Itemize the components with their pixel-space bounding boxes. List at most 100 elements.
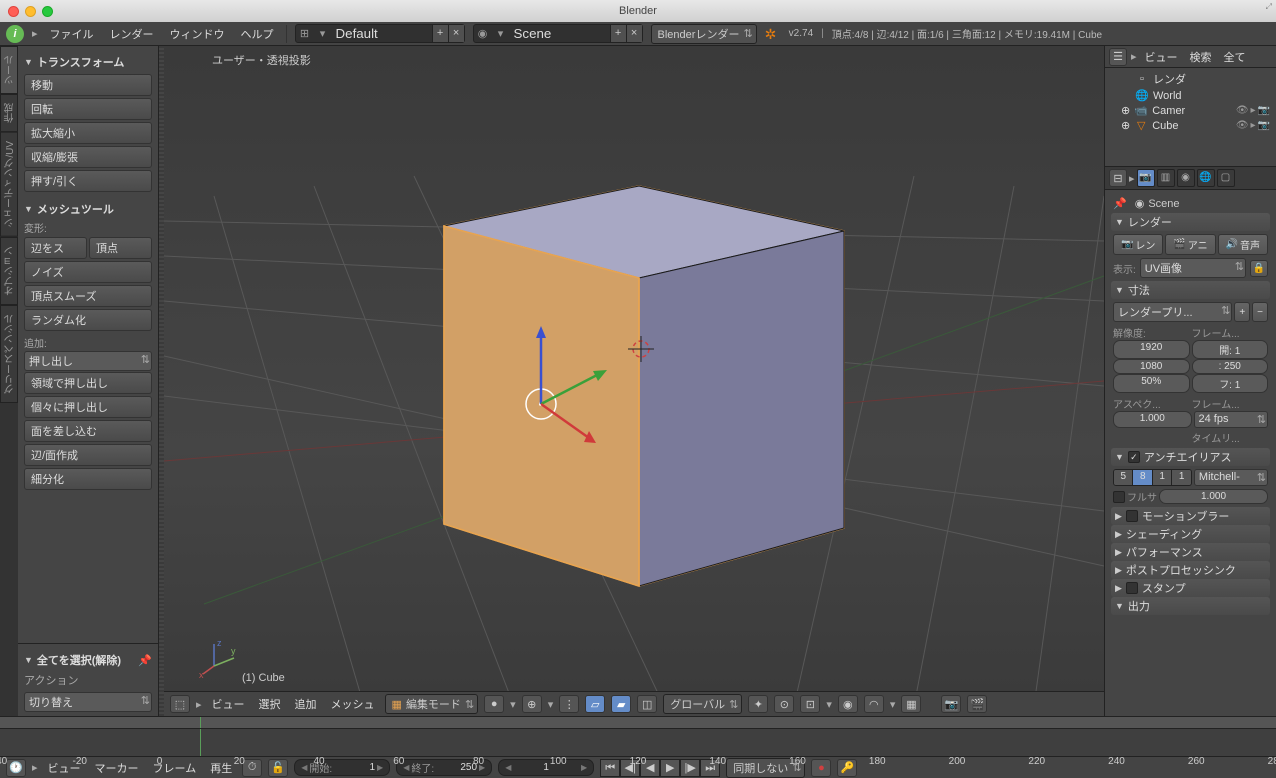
outliner-view-menu[interactable]: ビュー — [1141, 47, 1182, 67]
layout-selector[interactable]: ⊞▾ +× — [295, 24, 465, 43]
dropdown-icon[interactable]: ▾ — [492, 27, 510, 40]
frame-start-field[interactable]: 開: 1 — [1192, 340, 1269, 359]
scene-tab-icon[interactable]: ◉ — [1177, 169, 1195, 187]
3d-viewport[interactable]: ユーザー・透視投影 — [164, 46, 1104, 716]
display-select[interactable]: UV画像⇅ — [1140, 258, 1246, 278]
dropdown-icon[interactable]: ▾ — [314, 27, 332, 40]
rotate-button[interactable]: 回転 — [24, 98, 152, 120]
prop-type-icon[interactable]: ◠ — [864, 695, 884, 713]
keying-set-icon[interactable]: 🔑 — [837, 759, 857, 777]
manipulator-toggle-icon[interactable]: ✦ — [748, 695, 768, 713]
lock-range-icon[interactable]: 🔓 — [268, 759, 288, 777]
render-tab-icon[interactable]: 📷 — [1137, 169, 1155, 187]
post-processing-header[interactable]: ▶ポストプロセッシンク — [1111, 561, 1270, 579]
scale-button[interactable]: 拡大縮小 — [24, 122, 152, 144]
outliner-item[interactable]: ⊕▽Cube👁▸📷 — [1109, 118, 1272, 133]
animation-button[interactable]: 🎬アニ — [1165, 234, 1215, 255]
start-frame-field[interactable]: ◀開始:1▶ — [294, 759, 390, 776]
shading-selector[interactable]: ● — [484, 695, 504, 713]
extrude-region-button[interactable]: 領域で押し出し — [24, 372, 152, 394]
fps-select[interactable]: 24 fps⇅ — [1194, 411, 1269, 428]
prop-edit-icon[interactable]: ◉ — [838, 695, 858, 713]
opengl-render-icon[interactable]: 📷 — [941, 695, 961, 713]
range-icon[interactable]: ⏱ — [242, 759, 262, 777]
breadcrumb[interactable]: Scene — [1148, 198, 1179, 210]
dropdown-icon[interactable]: ▾ — [826, 698, 832, 711]
remove-preset-button[interactable]: − — [1252, 302, 1268, 322]
antialias-header[interactable]: ▼アンチエイリアス — [1111, 448, 1270, 466]
output-header[interactable]: ▼出力 — [1111, 597, 1270, 615]
add-menu[interactable]: 追加 — [291, 694, 321, 714]
add-layout-button[interactable]: + — [432, 25, 448, 42]
snap-icon[interactable]: ⊙ — [774, 695, 794, 713]
view-menu[interactable]: ビュー — [208, 694, 249, 714]
tab-grease[interactable]: グリースペンシル — [0, 305, 18, 403]
outliner-editor-icon[interactable]: ☰ — [1109, 48, 1127, 66]
lock-icon[interactable]: 🔒 — [1250, 260, 1268, 277]
shrink-button[interactable]: 収縮/膨張 — [24, 146, 152, 168]
smooth-button[interactable]: 頂点スムーズ — [24, 285, 152, 307]
fullsample-checkbox[interactable] — [1113, 491, 1125, 503]
render-button[interactable]: 📷レン — [1113, 234, 1163, 255]
tab-options[interactable]: オプション — [0, 237, 18, 305]
tab-create[interactable]: 作成 — [0, 94, 18, 132]
performance-header[interactable]: ▶パフォーマンス — [1111, 543, 1270, 561]
info-editor-icon[interactable]: i — [6, 25, 24, 43]
help-menu[interactable]: ヘルプ — [237, 24, 278, 44]
mesh-tools-header[interactable]: ▼メッシュツール — [24, 201, 152, 217]
mode-selector[interactable]: ▦編集モード⇅ — [385, 694, 479, 714]
world-tab-icon[interactable]: 🌐 — [1197, 169, 1215, 187]
selectable-icon[interactable]: ▸ — [1251, 120, 1256, 131]
vertex-button[interactable]: 頂点 — [89, 237, 152, 259]
remove-scene-button[interactable]: × — [626, 25, 642, 42]
operator-header[interactable]: ▼全てを選択(解除)📌 — [24, 652, 152, 668]
inset-button[interactable]: 面を差し込む — [24, 420, 152, 442]
timeline-editor-icon[interactable]: 🕐 — [6, 759, 26, 777]
layout-name[interactable] — [332, 25, 432, 42]
layers-icon[interactable]: ▦ — [901, 695, 921, 713]
dimensions-header[interactable]: ▼寸法 — [1111, 281, 1270, 299]
vertex-select-icon[interactable]: ⋮ — [559, 695, 579, 713]
pin-icon[interactable]: 📌 — [1113, 197, 1127, 210]
preset-select[interactable]: レンダープリ...⇅ — [1113, 302, 1232, 322]
stamp-header[interactable]: ▶スタンプ — [1111, 579, 1270, 597]
select-menu[interactable]: 選択 — [255, 694, 285, 714]
add-scene-button[interactable]: + — [610, 25, 626, 42]
res-pct-field[interactable]: 50% — [1113, 374, 1190, 393]
jump-start-icon[interactable]: ⏮ — [600, 759, 620, 777]
face-select-icon[interactable]: ▰ — [611, 695, 631, 713]
translate-button[interactable]: 移動 — [24, 74, 152, 96]
selectable-icon[interactable]: ▸ — [1251, 105, 1256, 116]
frame-end-field[interactable]: : 250 — [1192, 359, 1269, 374]
res-x-field[interactable]: 1920 — [1113, 340, 1190, 359]
resize-grip-icon[interactable]: ⤢ — [1266, 2, 1272, 12]
res-y-field[interactable]: 1080 — [1113, 359, 1190, 374]
record-icon[interactable]: ● — [811, 759, 831, 777]
fullsample-size[interactable]: 1.000 — [1159, 489, 1268, 504]
antialias-checkbox[interactable] — [1128, 451, 1140, 463]
pin-icon[interactable]: 📌 — [138, 654, 152, 667]
tab-shading[interactable]: シェーディング/UV — [0, 132, 18, 237]
push-pull-button[interactable]: 押す/引く — [24, 170, 152, 192]
close-icon[interactable] — [8, 6, 19, 17]
render-menu[interactable]: レンダー — [106, 24, 158, 44]
edge-select-icon[interactable]: ▱ — [585, 695, 605, 713]
add-preset-button[interactable]: + — [1234, 302, 1250, 322]
extrude-indiv-button[interactable]: 個々に押し出し — [24, 396, 152, 418]
motion-blur-header[interactable]: ▶モーションブラー — [1111, 507, 1270, 525]
orientation-selector[interactable]: グローバル⇅ — [663, 694, 742, 714]
renderable-icon[interactable]: 📷 — [1258, 105, 1270, 116]
minimize-icon[interactable] — [25, 6, 36, 17]
motion-blur-checkbox[interactable] — [1126, 510, 1138, 522]
layers-tab-icon[interactable]: ▥ — [1157, 169, 1175, 187]
transform-panel-header[interactable]: ▼トランスフォーム — [24, 54, 152, 70]
outliner-search-menu[interactable]: 検索 — [1186, 47, 1216, 67]
play-icon[interactable]: ▶ — [660, 759, 680, 777]
keyframe-next-icon[interactable]: |▶ — [680, 759, 700, 777]
file-menu[interactable]: ファイル — [46, 24, 98, 44]
visibility-icon[interactable]: 👁 — [1236, 105, 1249, 116]
object-tab-icon[interactable]: ▢ — [1217, 169, 1235, 187]
stamp-checkbox[interactable] — [1126, 582, 1138, 594]
frame-step-field[interactable]: フ: 1 — [1192, 374, 1269, 393]
maximize-icon[interactable] — [42, 6, 53, 17]
